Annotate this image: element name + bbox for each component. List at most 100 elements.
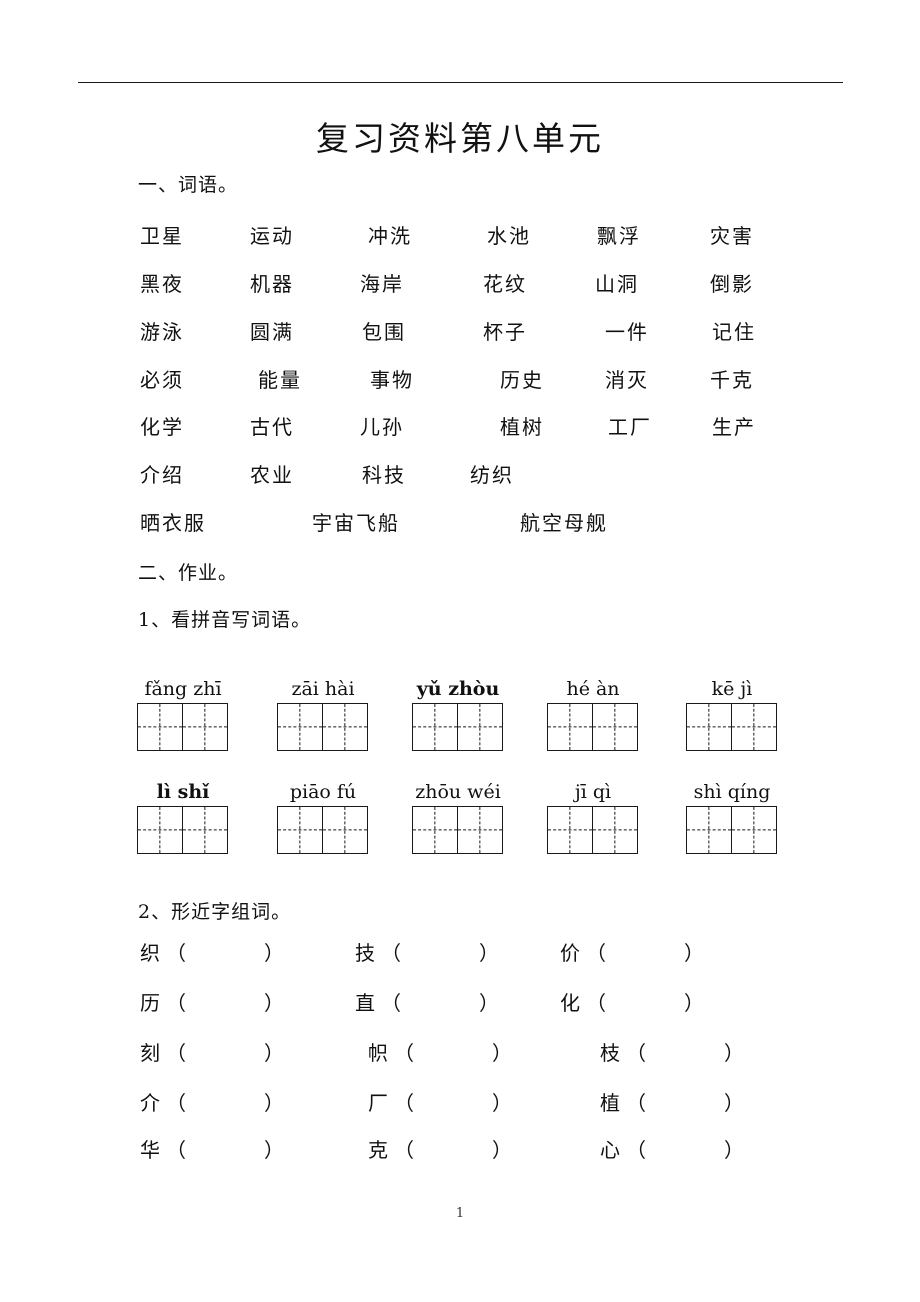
pinyin-label: fǎng zhī [144,678,222,700]
pinyin-writing-item: hé àn [547,678,639,751]
paren-close: ） [264,941,284,965]
vocabulary-row: 必须 能量 事物 历史 消灭 千克 [0,364,920,394]
vocabulary-word: 必须 [140,368,184,392]
tianzige-cell[interactable] [181,806,228,854]
vocabulary-row: 化学 古代 儿孙 植树 工厂 生产 [0,411,920,441]
tianzige-cell[interactable] [137,806,183,854]
similar-character-prompt: 心 [600,1138,622,1162]
tianzige-box-pair[interactable] [686,703,778,751]
tianzige-cell[interactable] [137,703,183,751]
paren-open: （ [381,941,401,965]
tianzige-horizontal-guide [457,829,502,831]
similar-character-row: 历（）直（）化（） [0,987,920,1019]
tianzige-horizontal-guide [413,829,457,831]
tianzige-box-pair[interactable] [686,806,778,854]
vocabulary-word: 历史 [500,368,544,392]
tianzige-cell[interactable] [730,703,777,751]
vocabulary-row: 游泳 圆满 包围 杯子 一件 记住 [0,316,920,346]
vocabulary-word: 晒衣服 [140,511,206,535]
similar-character-prompt: 历 [140,991,162,1015]
vocabulary-word: 杯子 [483,320,527,344]
similar-character-prompt: 厂 [368,1091,390,1115]
pinyin-label: zāi hài [291,678,355,700]
vocabulary-word: 植树 [500,415,544,439]
similar-character-item: 华（ ） [140,1134,284,1163]
similar-character-prompt: 技 [355,941,377,965]
vocabulary-word: 灾害 [710,224,754,248]
tianzige-cell[interactable] [321,806,368,854]
tianzige-cell[interactable] [591,703,638,751]
vocabulary-word: 圆满 [250,320,294,344]
paren-close: ） [724,1138,744,1162]
similar-character-item: 枝（ ） [600,1037,744,1066]
tianzige-cell[interactable] [412,806,458,854]
task-heading-pinyin-writing: 1、看拼音写词语。 [138,609,312,631]
paren-open: （ [626,1041,646,1065]
worksheet-page: 复习资料第八单元 一、词语。 卫星 运动 冲洗 水池 飘浮 灾害 黑夜 机器 海岸 花纹 山洞 倒影游… [0,0,920,1302]
vocabulary-word: 飘浮 [597,224,641,248]
paren-open: （ [381,991,401,1015]
tianzige-box-pair[interactable] [137,703,229,751]
vocabulary-word: 黑夜 [140,272,184,296]
similar-character-prompt: 介 [140,1091,162,1115]
vocabulary-word: 纺织 [470,463,514,487]
vocabulary-word: 游泳 [140,320,184,344]
tianzige-horizontal-guide [731,726,776,728]
vocabulary-word: 宇宙飞船 [312,511,400,535]
pinyin-label: yǔ zhòu [416,678,500,700]
tianzige-cell[interactable] [591,806,638,854]
tianzige-cell[interactable] [277,703,323,751]
vocabulary-word: 农业 [250,463,294,487]
paren-close: ） [684,941,704,965]
vocabulary-word: 水池 [487,224,531,248]
tianzige-cell[interactable] [181,703,228,751]
tianzige-cell[interactable] [277,806,323,854]
similar-character-item: 价（ ） [560,937,704,966]
similar-character-prompt: 直 [355,991,377,1015]
tianzige-box-pair[interactable] [547,703,639,751]
tianzige-box-pair[interactable] [277,703,369,751]
similar-character-item: 厂（ ） [368,1087,512,1116]
tianzige-cell[interactable] [686,703,732,751]
tianzige-cell[interactable] [456,703,503,751]
tianzige-cell[interactable] [456,806,503,854]
vocabulary-word: 花纹 [483,272,527,296]
pinyin-writing-item: lì shǐ [137,781,229,854]
vocabulary-word: 儿孙 [360,415,404,439]
tianzige-horizontal-guide [592,726,637,728]
similar-character-item: 刻（ ） [140,1037,284,1066]
vocabulary-word: 冲洗 [368,224,412,248]
tianzige-horizontal-guide [548,726,592,728]
tianzige-cell[interactable] [321,703,368,751]
similar-character-row: 介（）厂（）植（） [0,1087,920,1119]
tianzige-box-pair[interactable] [137,806,229,854]
tianzige-box-pair[interactable] [412,703,504,751]
pinyin-writing-item: zhōu wéi [412,781,504,854]
tianzige-box-pair[interactable] [277,806,369,854]
tianzige-cell[interactable] [547,806,593,854]
vocabulary-row: 晒衣服 宇宙飞船 航空母舰 [0,507,920,537]
vocabulary-word: 事物 [370,368,414,392]
tianzige-cell[interactable] [686,806,732,854]
similar-character-prompt: 化 [560,991,582,1015]
section-heading-vocabulary: 一、词语。 [138,174,239,196]
paren-close: ） [264,991,284,1015]
vocabulary-word: 包围 [362,320,406,344]
tianzige-cell[interactable] [412,703,458,751]
tianzige-cell[interactable] [547,703,593,751]
tianzige-horizontal-guide [182,829,227,831]
vocabulary-word: 化学 [140,415,184,439]
paren-open: （ [626,1091,646,1115]
vocabulary-word: 科技 [362,463,406,487]
similar-character-item: 历（ ） [140,987,284,1016]
tianzige-box-pair[interactable] [547,806,639,854]
paren-open: （ [166,991,186,1015]
vocabulary-word: 卫星 [140,224,184,248]
paren-open: （ [394,1138,414,1162]
page-number: 1 [455,1206,465,1221]
tianzige-cell[interactable] [730,806,777,854]
tianzige-horizontal-guide [548,829,592,831]
tianzige-horizontal-guide [322,726,367,728]
tianzige-box-pair[interactable] [412,806,504,854]
similar-character-prompt: 枝 [600,1041,622,1065]
